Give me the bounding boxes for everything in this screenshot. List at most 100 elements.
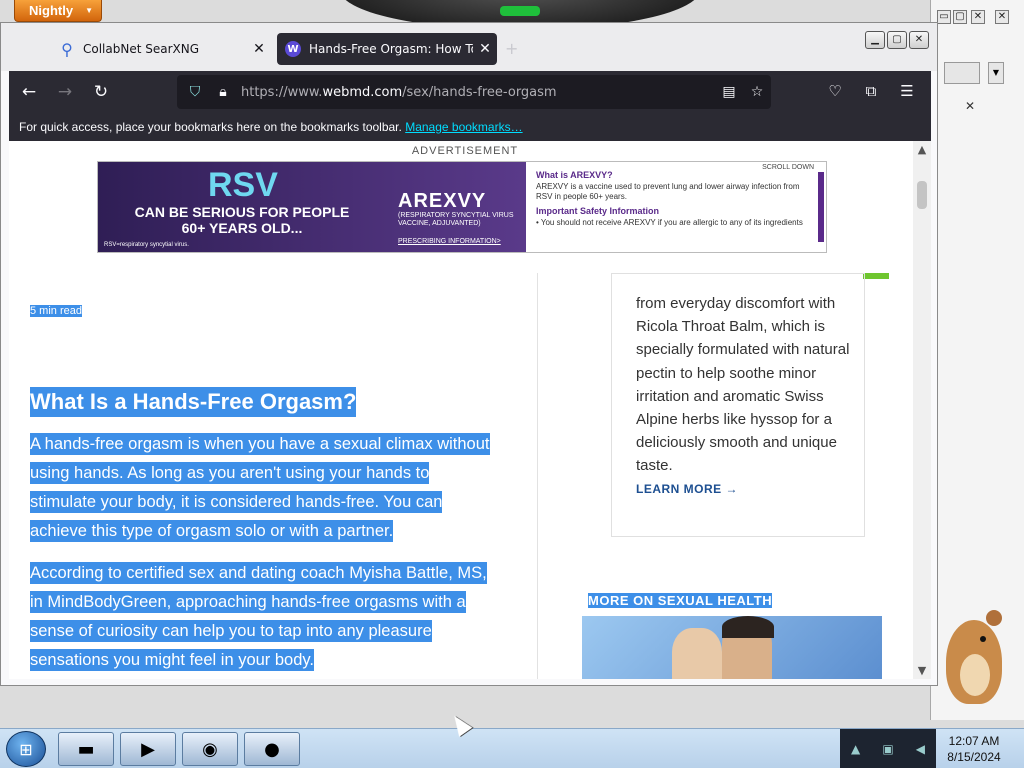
ad-scroll-down[interactable]: SCROLL DOWN: [762, 164, 814, 171]
sexual-health-image[interactable]: [582, 616, 882, 679]
paragraph-line: sensations you might feel in your body.: [30, 649, 315, 671]
url-bar[interactable]: ⛉ 🔒︎ https://www.webmd.com/sex/hands-fre…: [177, 75, 771, 109]
tab-close-icon[interactable]: ✕: [247, 41, 271, 57]
lock-icon[interactable]: 🔒︎: [209, 84, 237, 100]
tab-close-icon[interactable]: ✕: [473, 41, 497, 57]
learn-more-link[interactable]: LEARN MORE →: [636, 482, 738, 496]
back-button[interactable]: ←: [13, 76, 45, 108]
pocket-icon[interactable]: ♡: [819, 75, 851, 107]
ad-safety-title: Important Safety Information: [536, 206, 660, 216]
gadget-led: [500, 6, 540, 16]
person-hair: [722, 616, 774, 638]
globe-taskbar-icon[interactable]: ◉: [182, 732, 238, 766]
maximize-button[interactable]: ▢: [887, 31, 907, 49]
more-on-heading: MORE ON SEXUAL HEALTH: [588, 593, 773, 608]
ad-footnote: RSV=respiratory syncytial virus.: [104, 242, 189, 248]
minimize-button[interactable]: ▁: [865, 31, 885, 49]
article-heading: What Is a Hands-Free Orgasm?: [30, 387, 357, 417]
ad-safety-text: • You should not receive AREXVY if you a…: [536, 218, 803, 227]
system-tray: ▲ ▣ ◀: [840, 729, 936, 768]
advertisement-label: ADVERTISEMENT: [411, 145, 519, 157]
extensions-icon[interactable]: ⧉: [855, 75, 887, 107]
ad-brand: AREXVY: [398, 190, 487, 212]
bg-bookmark-star-button[interactable]: [944, 62, 980, 84]
bg-maximize-button[interactable]: ▢: [953, 10, 967, 24]
tray-arrow-icon[interactable]: ▲: [851, 742, 860, 756]
start-button[interactable]: ⊞: [6, 731, 46, 767]
bookmarks-hint: For quick access, place your bookmarks h…: [19, 120, 402, 134]
ad-rsv-title: RSV: [208, 166, 278, 204]
person-face: [672, 628, 722, 679]
bg-tab-close-icon[interactable]: ✕: [960, 96, 980, 116]
bg-dropdown-button[interactable]: ▼: [988, 62, 1004, 84]
card-accent-bar: [863, 273, 889, 279]
taskbar: ⊞ ▬ ▶ ◉ ● ▲ ▣ ◀ 12:07 AM 8/15/2024: [0, 728, 1024, 768]
bg-close-button-2[interactable]: ✕: [995, 10, 1009, 24]
scroll-down-icon[interactable]: ▼: [913, 664, 931, 677]
ad-creative[interactable]: RSV CAN BE SERIOUS FOR PEOPLE 60+ YEARS …: [98, 162, 526, 252]
toolbar-actions: ♡ ⧉ ☰: [819, 75, 923, 107]
tab-label: Hands-Free Orgasm: How To D: [309, 42, 473, 56]
firefox-taskbar-icon[interactable]: ●: [244, 732, 300, 766]
paragraph-line: in MindBodyGreen, approaching hands-free…: [30, 591, 466, 613]
clock-date: 8/15/2024: [947, 750, 1001, 764]
clock-time: 12:07 AM: [948, 734, 1000, 748]
ad-banner[interactable]: RSV CAN BE SERIOUS FOR PEOPLE 60+ YEARS …: [97, 161, 827, 253]
navigation-toolbar: ← → ↻ ⛉ 🔒︎ https://www.webmd.com/sex/han…: [9, 71, 931, 113]
paragraph-line: sense of curiosity can help you to tap i…: [30, 620, 432, 642]
hamster-ear: [986, 610, 1002, 626]
sponsored-card[interactable]: from everyday discomfort with Ricola Thr…: [611, 273, 865, 537]
forward-button[interactable]: →: [49, 76, 81, 108]
close-button[interactable]: ✕: [909, 31, 929, 49]
volume-icon[interactable]: ◀: [916, 742, 925, 756]
menu-icon[interactable]: ☰: [891, 75, 923, 107]
ad-scrollbar[interactable]: [818, 172, 824, 242]
hamster-mascot: [936, 600, 1006, 710]
page-viewport: ADVERTISEMENT RSV CAN BE SERIOUS FOR PEO…: [9, 141, 931, 679]
reader-view-icon[interactable]: ▤: [715, 84, 743, 100]
scroll-up-icon[interactable]: ▲: [913, 143, 931, 156]
paragraph-line: using hands. As long as you aren't using…: [30, 462, 430, 484]
url-domain: webmd.com: [322, 84, 403, 100]
vertical-scrollbar[interactable]: ▲ ▼: [913, 141, 931, 679]
article-paragraph-1: A hands-free orgasm is when you have a s…: [30, 430, 520, 546]
manage-bookmarks-link[interactable]: Manage bookmarks…: [405, 120, 522, 134]
paragraph-line: achieve this type of orgasm solo or with…: [30, 520, 394, 542]
hamster-eye: [980, 636, 986, 642]
bg-minimize-button[interactable]: ▭: [937, 10, 951, 24]
ad-what-title: What is AREXVY?: [536, 170, 613, 180]
chevron-down-icon: ▼: [85, 6, 93, 15]
tracking-shield-icon[interactable]: ⛉: [181, 84, 209, 100]
paragraph-line: A hands-free orgasm is when you have a s…: [30, 433, 490, 455]
column-divider: [537, 273, 538, 679]
nightly-label: Nightly: [29, 3, 74, 18]
read-time: 5 min read: [30, 305, 82, 317]
window-controls: ▁ ▢ ✕: [865, 31, 929, 49]
ad-brand-subtitle: (RESPIRATORY SYNCYTIAL VIRUS VACCINE, AD…: [398, 212, 514, 227]
scroll-thumb[interactable]: [917, 181, 927, 209]
tab-webmd[interactable]: W Hands-Free Orgasm: How To D ✕: [277, 33, 497, 65]
card-text: from everyday discomfort with Ricola Thr…: [636, 295, 850, 475]
media-player-taskbar-icon[interactable]: ▶: [120, 732, 176, 766]
url-text[interactable]: https://www.webmd.com/sex/hands-free-org…: [237, 85, 715, 100]
paragraph-line: According to certified sex and dating co…: [30, 562, 487, 584]
new-tab-button[interactable]: +: [505, 39, 518, 58]
terminal-taskbar-icon[interactable]: ▬: [58, 732, 114, 766]
ad-prescribing-link[interactable]: PRESCRIBING INFORMATION>: [398, 238, 501, 245]
reload-button[interactable]: ↻: [85, 76, 117, 108]
nightly-menu-button[interactable]: Nightly ▼: [14, 0, 102, 22]
bookmark-star-icon[interactable]: ☆: [743, 84, 771, 100]
url-path: /sex/hands-free-orgasm: [402, 84, 557, 100]
paragraph-line: stimulate your body, it is considered ha…: [30, 491, 443, 513]
ad-headline: CAN BE SERIOUS FOR PEOPLE 60+ YEARS OLD.…: [134, 204, 350, 236]
network-icon[interactable]: ▣: [882, 742, 893, 756]
taskbar-clock[interactable]: 12:07 AM 8/15/2024: [938, 733, 1010, 765]
tab-strip: ⚲ CollabNet SearXNG ✕ W Hands-Free Orgas…: [1, 23, 937, 71]
ad-what-text: AREXVY is a vaccine used to prevent lung…: [536, 182, 800, 201]
webmd-icon: W: [285, 41, 301, 57]
tab-searxng[interactable]: ⚲ CollabNet SearXNG ✕: [51, 33, 271, 65]
ad-info-panel: SCROLL DOWN What is AREXVY? AREXVY is a …: [526, 162, 826, 252]
bookmarks-toolbar: For quick access, place your bookmarks h…: [9, 113, 931, 141]
search-icon: ⚲: [61, 39, 73, 59]
bg-close-button[interactable]: ✕: [971, 10, 985, 24]
